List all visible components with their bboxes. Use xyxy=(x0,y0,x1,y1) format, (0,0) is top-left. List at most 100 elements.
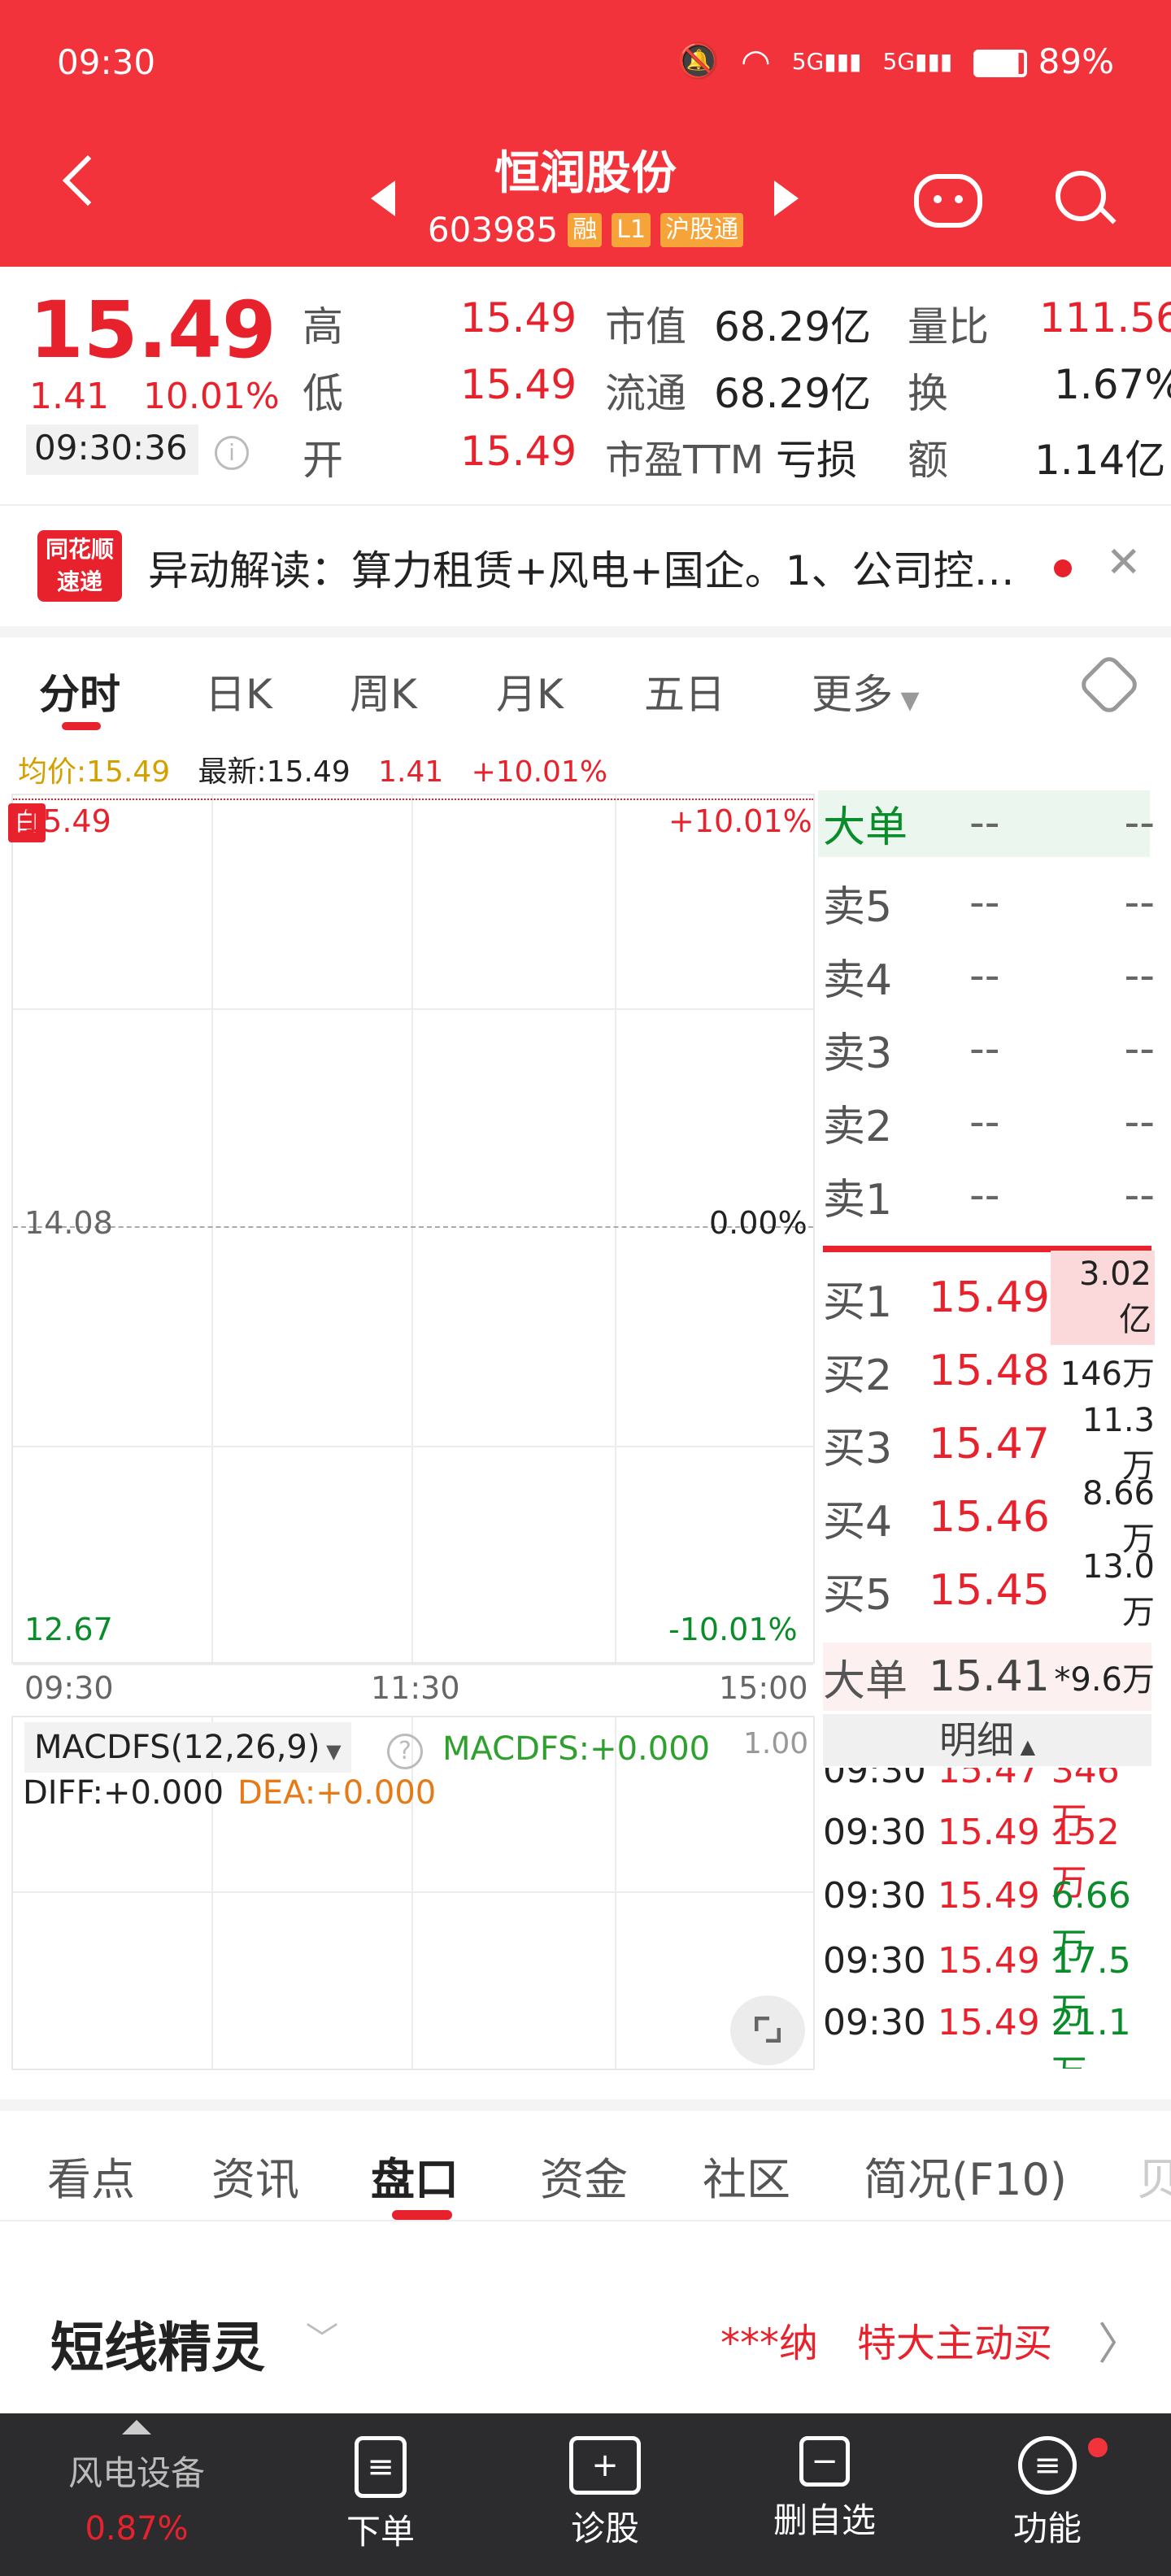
tab-weekly-k[interactable]: 周K xyxy=(350,662,417,720)
big-trade-label: 大单 xyxy=(823,1656,908,1706)
close-icon[interactable]: ✕ xyxy=(1106,538,1142,587)
ask-vol: -- xyxy=(1124,951,1155,1000)
bid-vol: 11.3万 xyxy=(1082,1402,1155,1485)
turnover-label: 换 xyxy=(908,370,948,417)
sector-pct: 0.87% xyxy=(85,2510,189,2548)
market-cap-label: 市值 xyxy=(605,303,686,350)
stock-subtitle: 603985 融 L1 沪股通 xyxy=(0,210,1171,250)
signal-5g-icon: 5G▮▮▮ xyxy=(791,47,862,75)
ask-row-5: 卖5 -- -- xyxy=(823,870,1155,935)
active-tab-indicator xyxy=(392,2210,452,2220)
status-time: 09:30 xyxy=(57,42,156,82)
diagnose-icon: + xyxy=(569,2436,641,2495)
ask-price: -- xyxy=(969,951,1000,1000)
pe-value: 亏损 xyxy=(776,437,857,484)
axis-time-start: 09:30 xyxy=(24,1670,114,1706)
bid-row-4: 买4 15.46 8.66万 xyxy=(823,1475,1155,1558)
axis-mid-price: 14.08 xyxy=(24,1205,113,1241)
info-icon[interactable]: i xyxy=(215,436,249,470)
bid-label: 买1 xyxy=(823,1277,893,1327)
bid-price: 15.45 xyxy=(929,1566,1050,1615)
status-icons: 🔕 ◠ 5G▮▮▮ 5G▮▮▮ 89% xyxy=(677,41,1114,81)
diff-value: DIFF:+0.000 xyxy=(23,1774,224,1812)
macd-scale: 1.00 xyxy=(743,1727,809,1760)
settings-icon[interactable] xyxy=(1077,652,1142,717)
tab-highlights[interactable]: 看点 xyxy=(47,2143,135,2208)
ask-vol: -- xyxy=(1124,1025,1155,1073)
wifi-icon: ◠ xyxy=(741,41,771,81)
news-text: 异动解读：算力租赁+风电+国企。1、公司控… xyxy=(148,547,1015,594)
help-icon[interactable]: ? xyxy=(387,1734,423,1769)
ask-row-2: 卖2 -- -- xyxy=(823,1090,1155,1155)
bid-label: 买4 xyxy=(823,1497,893,1547)
tab-order-book[interactable]: 盘口 xyxy=(371,2143,459,2208)
amount-value: 1.14亿 xyxy=(1034,437,1166,484)
tick-list[interactable]: 09:30 15.47 346万 09:30 15.49 152万 09:30 15.49… xyxy=(823,1768,1151,2069)
bid-row-1: 买1 15.49 3.02亿 xyxy=(823,1251,1155,1345)
pe-label: 市盈TTM xyxy=(605,437,764,483)
unread-dot xyxy=(1054,559,1072,577)
bid-label: 买3 xyxy=(823,1424,893,1473)
chart-tabs: 分时 日K 周K 月K 五日 更多 ▼ xyxy=(0,637,1171,735)
chart-legend: 均价:15.49 最新:15.49 1.41 +10.01% xyxy=(18,748,607,790)
market-cap-value: 68.29亿 xyxy=(714,303,872,350)
last-price: 15.49 xyxy=(29,285,276,376)
tab-capital[interactable]: 资金 xyxy=(540,2143,628,2208)
bid-price: 15.46 xyxy=(929,1493,1050,1542)
detail-toggle[interactable]: 明细 ▲ xyxy=(823,1714,1151,1766)
sector-item[interactable]: 风电设备 0.87% xyxy=(47,2420,226,2548)
tab-f10[interactable]: 简况(F10) xyxy=(864,2143,1067,2208)
grid-line xyxy=(411,1717,413,2069)
change-value: 1.41 xyxy=(29,376,109,417)
ask-row-3: 卖3 -- -- xyxy=(823,1016,1155,1081)
section-stock: ***纳 xyxy=(720,2321,819,2366)
low-value: 15.49 xyxy=(460,361,577,408)
macd-selector[interactable]: MACDFS(12,26,9) ▼ xyxy=(24,1722,351,1773)
chevron-right-icon[interactable]: 〉 xyxy=(1098,2308,1142,2372)
section-signal[interactable]: 特大主动买 xyxy=(857,2311,1052,2368)
tick-row: 09:3015.4921.1万 xyxy=(823,2002,1131,2069)
latest-price: 最新:15.49 xyxy=(198,755,350,789)
tab-daily-k[interactable]: 日K xyxy=(205,662,272,720)
big-order-row: 大单 -- -- xyxy=(823,790,1155,855)
margin-tag: 融 xyxy=(568,212,603,247)
tab-monthly-k[interactable]: 月K xyxy=(496,662,564,720)
dea-value: DEA:+0.000 xyxy=(237,1774,437,1812)
notification-dot xyxy=(1088,2438,1108,2457)
price-line xyxy=(13,798,813,800)
tab-intraday[interactable]: 分时 xyxy=(39,662,120,720)
intraday-chart[interactable] xyxy=(11,794,815,1665)
expand-icon[interactable] xyxy=(730,1995,805,2065)
news-banner[interactable]: 同花顺 速递 异动解读：算力租赁+风电+国企。1、公司控… ✕ xyxy=(0,504,1171,626)
robot-icon[interactable] xyxy=(914,174,982,228)
bid-vol: 13.0万 xyxy=(1082,1548,1155,1631)
low-label: 低 xyxy=(303,370,343,417)
chevron-down-icon[interactable]: ﹀ xyxy=(306,2313,338,2360)
volume-ratio-value: 111.56 xyxy=(1039,294,1171,342)
ask-row-1: 卖1 -- -- xyxy=(823,1163,1155,1228)
tab-community[interactable]: 社区 xyxy=(703,2143,790,2208)
big-order-vol: -- xyxy=(1124,798,1155,847)
bid-row-5: 买5 15.45 13.0万 xyxy=(823,1548,1155,1631)
remove-watchlist-button[interactable]: − 删自选 xyxy=(743,2436,906,2543)
ask-label: 卖4 xyxy=(823,955,893,1005)
order-button[interactable]: ≡ 下单 xyxy=(299,2436,462,2554)
ask-label: 卖3 xyxy=(823,1029,893,1078)
ask-label: 卖1 xyxy=(823,1175,893,1225)
short-term-section: 短线精灵 ﹀ ***纳 特大主动买 〉 xyxy=(0,2223,1171,2413)
bid-price: 15.48 xyxy=(929,1347,1050,1395)
grid-line xyxy=(411,795,413,1662)
minus-icon: − xyxy=(799,2436,850,2487)
big-order-price: -- xyxy=(969,798,1000,847)
avg-price: 均价:15.49 xyxy=(18,755,171,789)
tab-news[interactable]: 资讯 xyxy=(211,2143,299,2208)
axis-time-mid: 11:30 xyxy=(371,1670,460,1706)
tab-five-day[interactable]: 五日 xyxy=(644,662,725,720)
big-trade-row: 大单 15.41 *9.6万 xyxy=(823,1644,1155,1709)
tab-more[interactable]: 更多 ▼ xyxy=(812,662,920,720)
search-icon[interactable] xyxy=(1056,171,1106,221)
big-trade-vol: *9.6万 xyxy=(1054,1661,1155,1699)
grid-line xyxy=(13,1446,813,1447)
tab-overflow[interactable]: 贝 xyxy=(1137,2143,1171,2208)
diagnose-button[interactable]: + 诊股 xyxy=(524,2436,686,2551)
